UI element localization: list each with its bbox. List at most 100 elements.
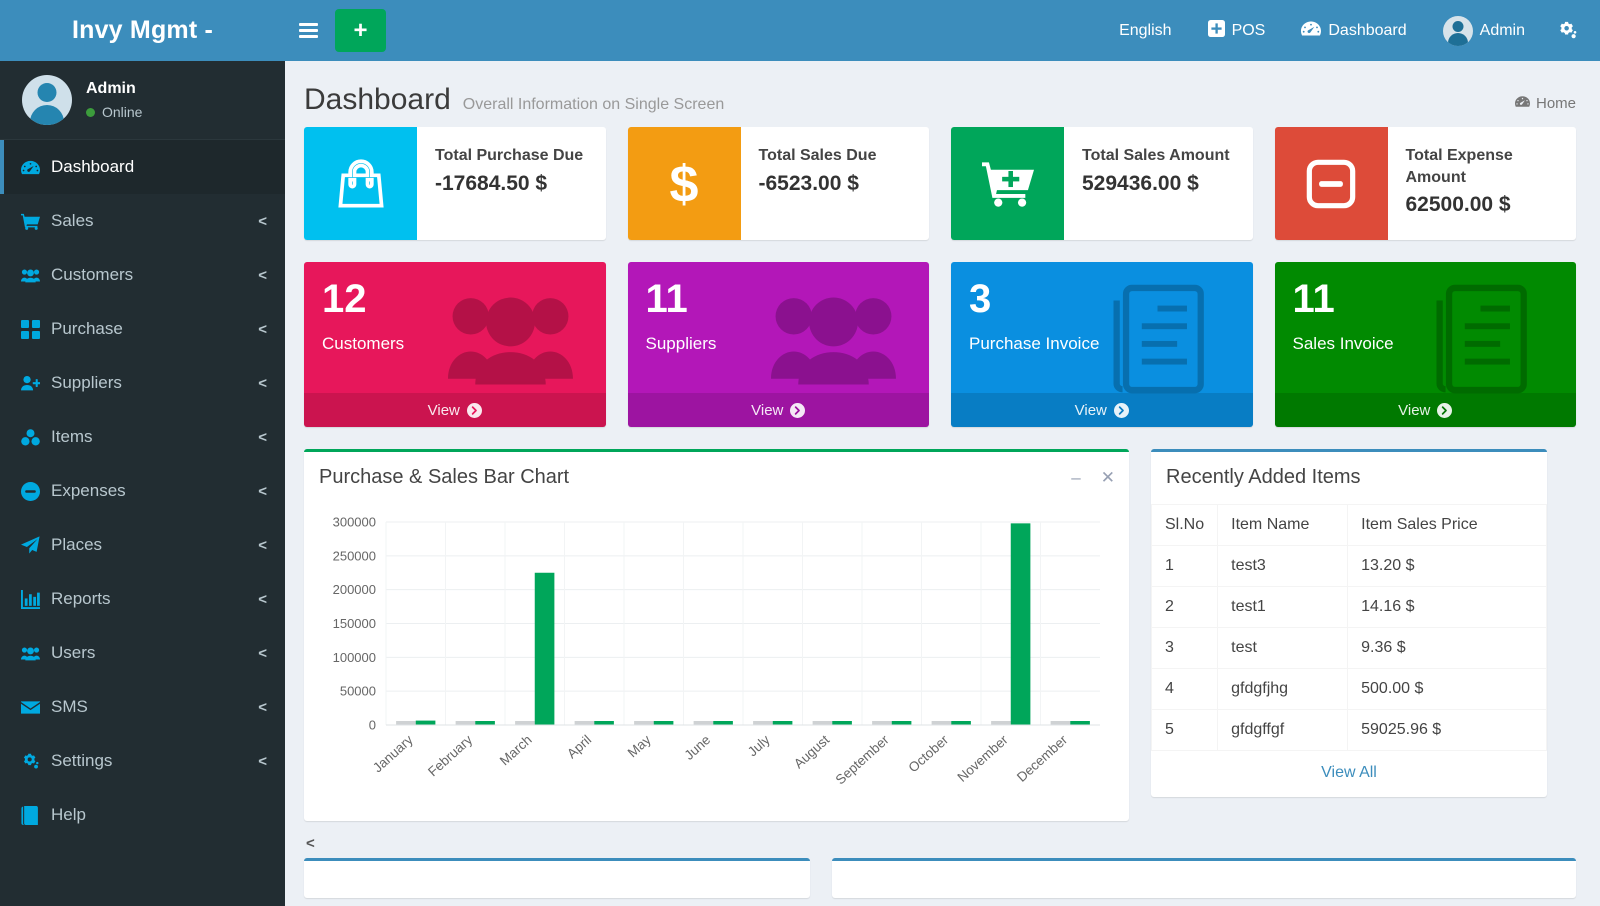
small-box-view-link[interactable]: View	[628, 393, 930, 427]
sidebar: Admin Online Dashboard Sales < Customers	[0, 61, 285, 906]
info-box-text: Total Sales Due	[759, 145, 916, 167]
minus-icon[interactable]: –	[1071, 469, 1080, 486]
column-header-name: Item Name	[1218, 505, 1348, 546]
sidebar-item-users[interactable]: Users <	[0, 626, 285, 680]
breadcrumb-label: Home	[1536, 95, 1576, 112]
info-box-text: Total Expense Amount	[1406, 145, 1563, 188]
svg-text:August: August	[791, 732, 832, 771]
chart-panel-title: Purchase & Sales Bar Chart	[319, 466, 569, 489]
info-box-text: Total Sales Amount	[1082, 145, 1239, 167]
nav-dashboard-label: Dashboard	[1328, 22, 1406, 40]
sidebar-item-help[interactable]: Help	[0, 788, 285, 842]
bottom-panel-right[interactable]	[832, 858, 1576, 898]
small-box-text: Suppliers	[646, 334, 912, 354]
svg-text:300000: 300000	[333, 515, 376, 530]
sidebar-item-sales[interactable]: Sales <	[0, 194, 285, 248]
sidebar-item-customers[interactable]: Customers <	[0, 248, 285, 302]
sidebar-item-label: Places	[51, 535, 258, 555]
nav-language[interactable]: English	[1101, 0, 1189, 61]
arrow-circle-right-icon	[1114, 403, 1129, 418]
small-box-suppliers[interactable]: 11 Suppliers View	[628, 262, 930, 427]
info-box-sales-amount[interactable]: Total Sales Amount 529436.00 $	[951, 127, 1253, 240]
small-box-sales-invoice[interactable]: 11 Sales Invoice View	[1275, 262, 1577, 427]
user-plus-icon	[21, 374, 51, 393]
small-box-view-link[interactable]: View	[304, 393, 606, 427]
svg-text:February: February	[425, 732, 475, 779]
collapse-arrow-icon[interactable]: <	[285, 821, 1600, 858]
paper-plane-icon	[21, 536, 51, 555]
users-icon	[21, 266, 51, 285]
nav-dashboard[interactable]: Dashboard	[1283, 0, 1424, 61]
small-box-number: 3	[969, 278, 1235, 320]
avatar	[1443, 16, 1473, 46]
svg-text:November: November	[954, 732, 1011, 785]
cell-name: test	[1218, 628, 1348, 669]
cell-price: 59025.96 $	[1348, 710, 1547, 751]
table-header-row: Sl.No Item Name Item Sales Price	[1152, 505, 1547, 546]
users-icon	[21, 644, 51, 663]
chart-panel-header: Purchase & Sales Bar Chart – ✕	[304, 452, 1129, 504]
bar-chart[interactable]: 050000100000150000200000250000300000Janu…	[304, 504, 1129, 821]
sidebar-item-sms[interactable]: SMS <	[0, 680, 285, 734]
recent-items-panel: Recently Added Items Sl.No Item Name Ite…	[1151, 449, 1547, 797]
quick-add-button[interactable]: +	[335, 9, 386, 52]
close-icon[interactable]: ✕	[1101, 469, 1115, 486]
recent-items-header: Recently Added Items	[1151, 452, 1547, 504]
info-box-expense-amount[interactable]: Total Expense Amount 62500.00 $	[1275, 127, 1577, 240]
app-logo-text: Invy Mgmt -	[72, 16, 213, 45]
info-box-sales-due[interactable]: $ Total Sales Due -6523.00 $	[628, 127, 930, 240]
cell-name: test1	[1218, 587, 1348, 628]
cell-slno: 1	[1152, 546, 1218, 587]
info-box-purchase-due[interactable]: Total Purchase Due -17684.50 $	[304, 127, 606, 240]
table-row[interactable]: 2 test1 14.16 $	[1152, 587, 1547, 628]
online-status-dot	[86, 108, 95, 117]
sidebar-toggle-button[interactable]	[285, 0, 331, 61]
small-box-footer-label: View	[751, 402, 783, 419]
bottom-panel-left[interactable]	[304, 858, 810, 898]
cell-price: 14.16 $	[1348, 587, 1547, 628]
sidebar-item-expenses[interactable]: Expenses <	[0, 464, 285, 518]
svg-text:200000: 200000	[333, 582, 376, 597]
sidebar-item-suppliers[interactable]: Suppliers <	[0, 356, 285, 410]
app-logo[interactable]: Invy Mgmt -	[0, 0, 285, 61]
sidebar-item-settings[interactable]: Settings <	[0, 734, 285, 788]
sidebar-item-dashboard[interactable]: Dashboard	[0, 140, 285, 194]
info-box-text: Total Purchase Due	[435, 145, 592, 167]
bar-chart-icon	[21, 590, 51, 609]
small-box-customers[interactable]: 12 Customers View	[304, 262, 606, 427]
small-box-view-link[interactable]: View	[951, 393, 1253, 427]
cell-slno: 3	[1152, 628, 1218, 669]
table-row[interactable]: 3 test 9.36 $	[1152, 628, 1547, 669]
sidebar-user-panel[interactable]: Admin Online	[0, 61, 285, 140]
small-box-purchase-invoice[interactable]: 3 Purchase Invoice View	[951, 262, 1253, 427]
cell-slno: 4	[1152, 669, 1218, 710]
chevron-left-icon: <	[258, 483, 267, 500]
sidebar-item-label: Users	[51, 643, 258, 663]
table-row[interactable]: 4 gfdgfjhg 500.00 $	[1152, 669, 1547, 710]
small-box-number: 12	[322, 278, 588, 320]
recent-items-tbody: 1 test3 13.20 $ 2 test1 14.16 $ 3 test	[1152, 546, 1547, 751]
navbar-right-group: English POS Dashboard Admin	[1101, 0, 1600, 61]
breadcrumb[interactable]: Home	[1515, 94, 1576, 113]
chart-panel-tools: – ✕	[1071, 469, 1115, 486]
sidebar-item-label: Help	[51, 805, 267, 825]
sidebar-item-purchase[interactable]: Purchase <	[0, 302, 285, 356]
sidebar-item-reports[interactable]: Reports <	[0, 572, 285, 626]
table-row[interactable]: 1 test3 13.20 $	[1152, 546, 1547, 587]
table-row[interactable]: 5 gfdgffgf 59025.96 $	[1152, 710, 1547, 751]
small-box-number: 11	[1293, 278, 1559, 320]
view-all-link[interactable]: View All	[1151, 751, 1547, 797]
panel-row: Purchase & Sales Bar Chart – ✕ 050000100…	[285, 427, 1600, 821]
cell-name: gfdgfjhg	[1218, 669, 1348, 710]
small-box-number: 11	[646, 278, 912, 320]
sidebar-item-items[interactable]: Items <	[0, 410, 285, 464]
gears-icon[interactable]	[1543, 0, 1592, 61]
svg-text:0: 0	[369, 718, 376, 733]
grid-icon	[21, 320, 51, 339]
small-box-view-link[interactable]: View	[1275, 393, 1577, 427]
nav-pos[interactable]: POS	[1190, 0, 1284, 61]
nav-user-menu[interactable]: Admin	[1425, 0, 1543, 61]
sidebar-menu: Dashboard Sales < Customers < Purchase <…	[0, 140, 285, 842]
chevron-left-icon: <	[258, 267, 267, 284]
sidebar-item-places[interactable]: Places <	[0, 518, 285, 572]
